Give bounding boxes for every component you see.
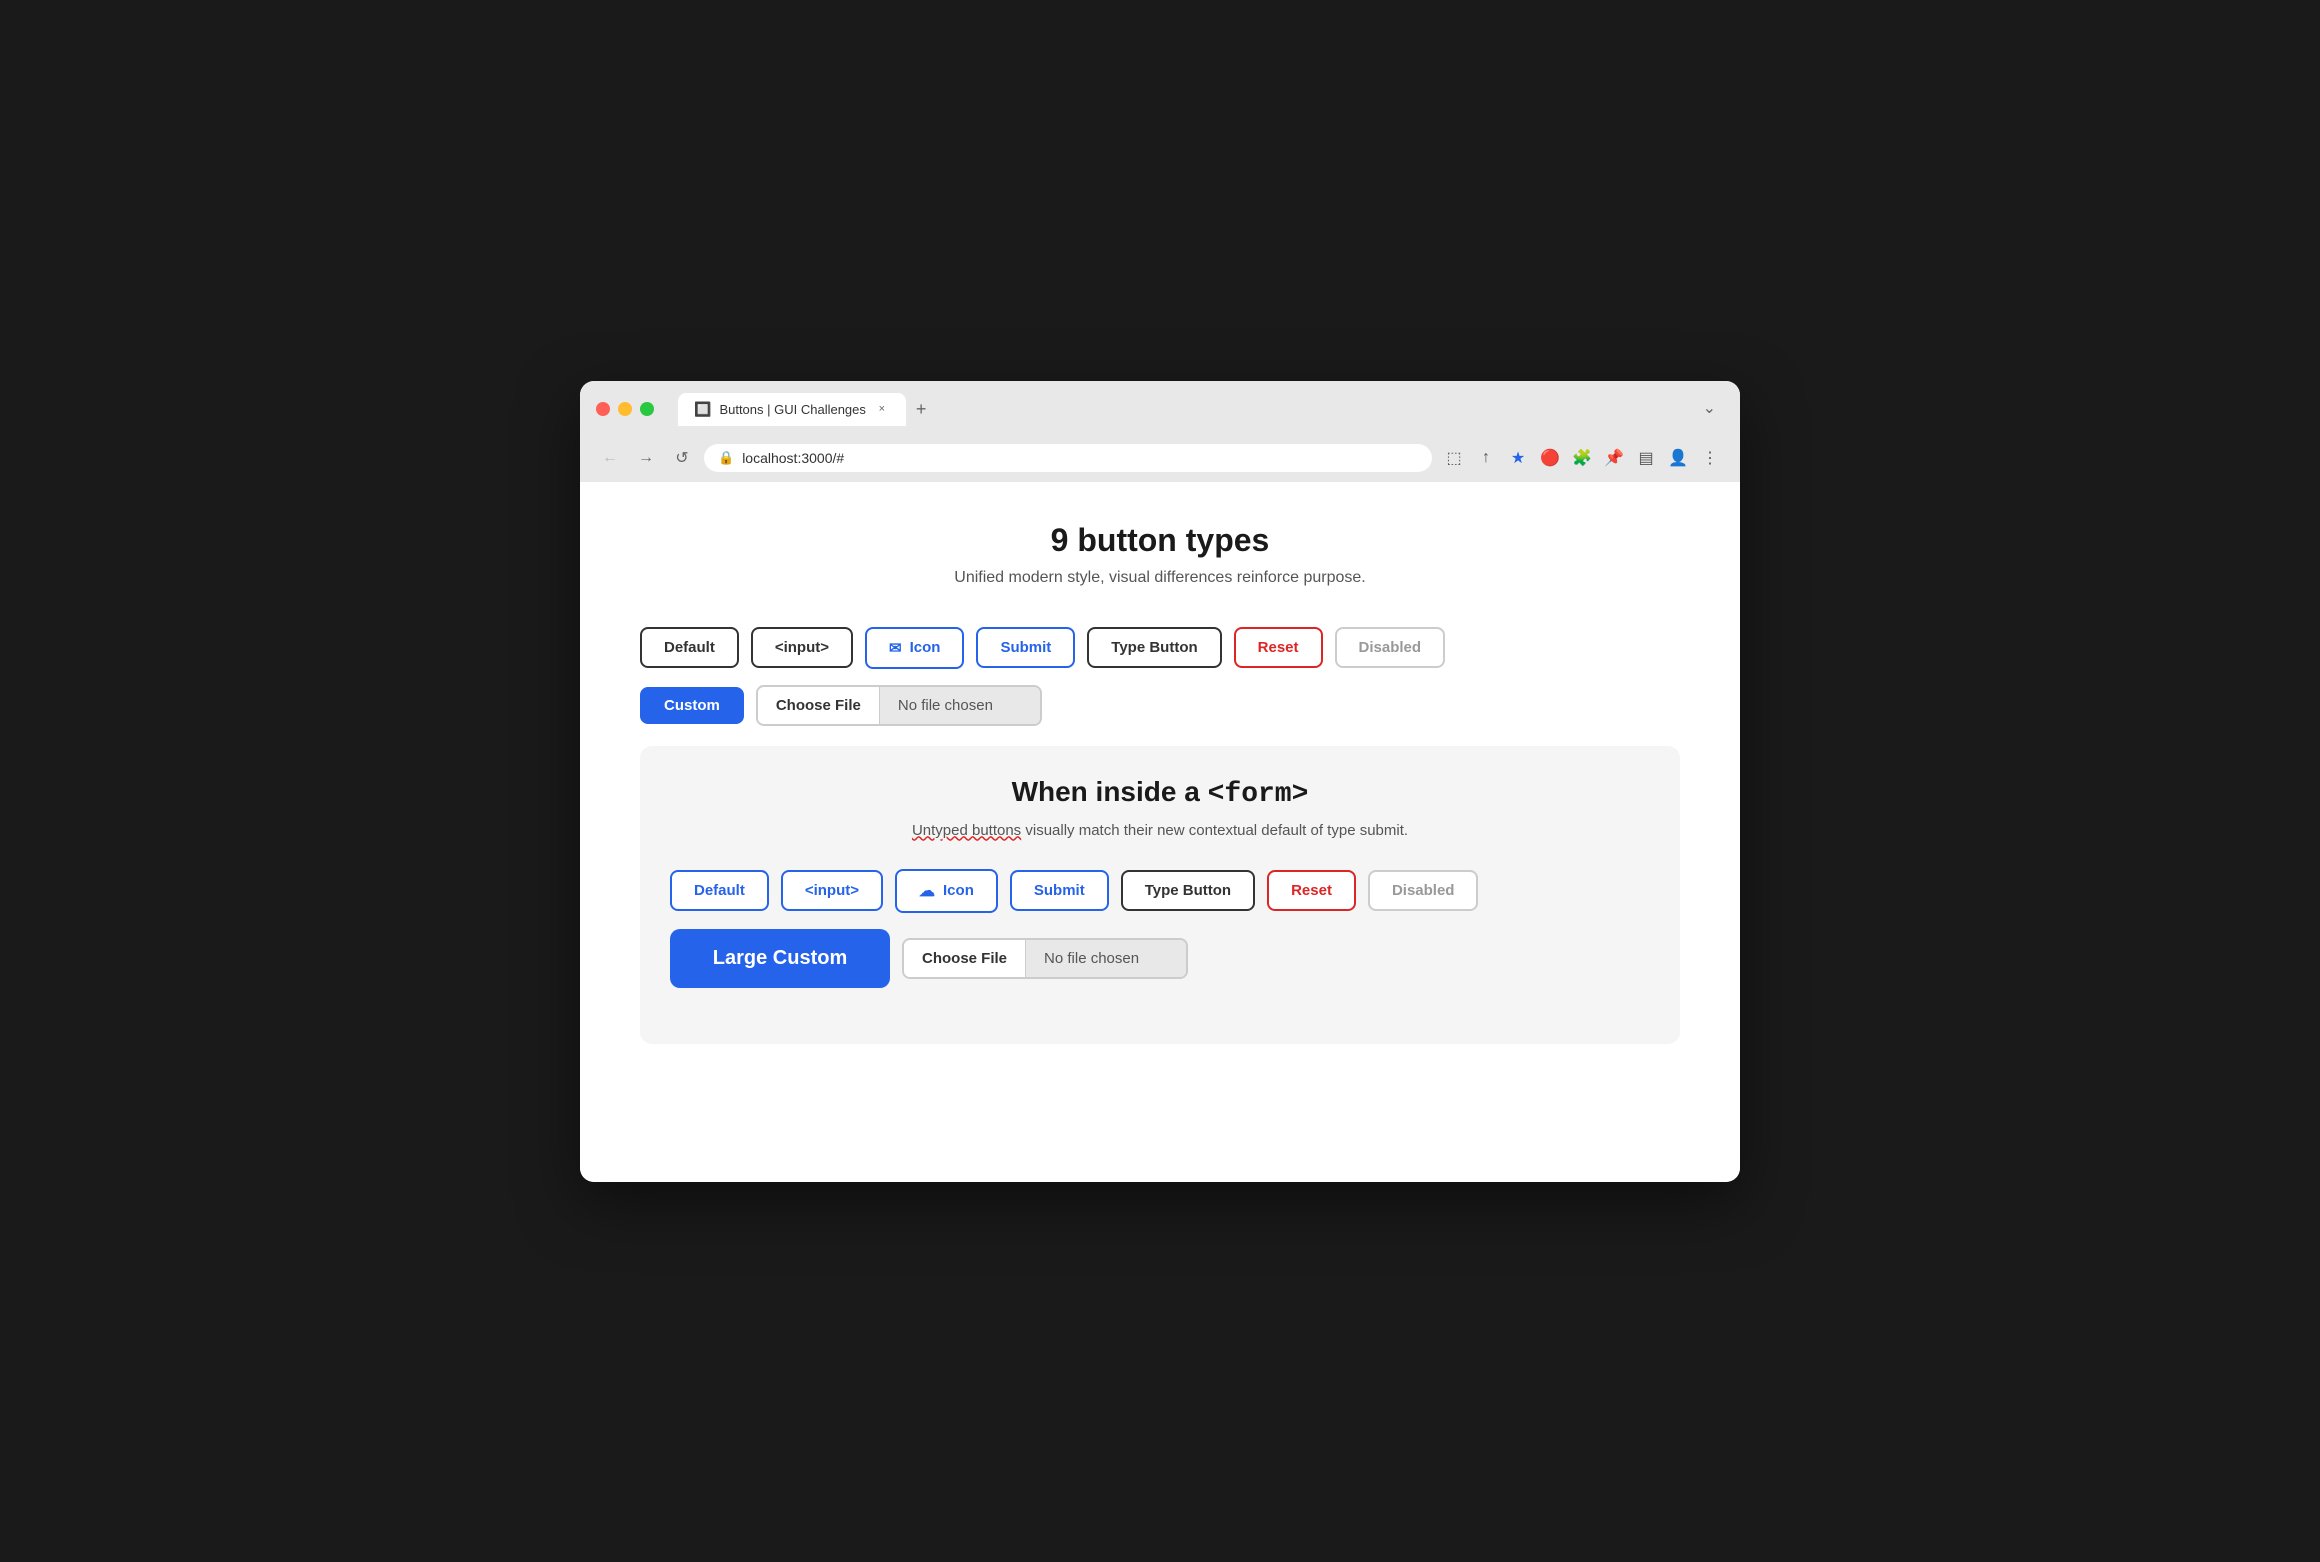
- profile-button[interactable]: 👤: [1664, 444, 1692, 472]
- default-button-label: Default: [664, 639, 715, 656]
- form-reset-button[interactable]: Reset: [1267, 870, 1356, 911]
- type-button-label: Type Button: [1111, 639, 1197, 656]
- maximize-button[interactable]: [640, 402, 654, 416]
- form-input-button[interactable]: <input>: [781, 870, 883, 911]
- form-section-subtitle: Untyped buttons visually match their new…: [670, 822, 1650, 839]
- active-tab[interactable]: 🔲 Buttons | GUI Challenges ×: [678, 393, 906, 426]
- form-choose-file-button[interactable]: Choose File: [904, 940, 1026, 977]
- icon-button[interactable]: ✉ Icon: [865, 627, 964, 669]
- back-button[interactable]: ←: [596, 444, 624, 472]
- file-input: Choose File No file chosen: [756, 685, 1042, 726]
- bookmark-button[interactable]: ★: [1504, 444, 1532, 472]
- extensions-button[interactable]: 🧩: [1568, 444, 1596, 472]
- choose-file-label: Choose File: [776, 697, 861, 714]
- icon-button-label: Icon: [910, 639, 941, 656]
- submit-button[interactable]: Submit: [976, 627, 1075, 668]
- form-no-file-chosen-label: No file chosen: [1026, 940, 1186, 977]
- form-section-title: When inside a <form>: [670, 776, 1650, 810]
- choose-file-button[interactable]: Choose File: [758, 687, 880, 724]
- close-button[interactable]: [596, 402, 610, 416]
- window-controls: [596, 402, 654, 416]
- form-section: When inside a <form> Untyped buttons vis…: [640, 746, 1680, 1044]
- tab-favicon-icon: 🔲: [694, 401, 711, 418]
- tab-expand-button[interactable]: ⌄: [1695, 394, 1724, 422]
- envelope-icon: ✉: [889, 639, 902, 657]
- large-custom-label: Large Custom: [713, 947, 847, 969]
- title-bar: 🔲 Buttons | GUI Challenges × + ⌄: [580, 381, 1740, 436]
- page-content: 9 button types Unified modern style, vis…: [580, 482, 1740, 1182]
- custom-button-label: Custom: [664, 697, 720, 714]
- cloud-icon: ☁: [919, 881, 935, 901]
- reset-button-label: Reset: [1258, 639, 1299, 656]
- new-tab-button[interactable]: +: [908, 395, 935, 424]
- form-default-label: Default: [694, 882, 745, 899]
- submit-button-label: Submit: [1000, 639, 1051, 656]
- lock-icon: 🔒: [718, 450, 734, 466]
- form-button-row-2: Large Custom Choose File No file chosen: [670, 929, 1650, 988]
- form-disabled-button: Disabled: [1368, 870, 1479, 911]
- form-disabled-label: Disabled: [1392, 882, 1455, 899]
- form-icon-label: Icon: [943, 882, 974, 899]
- form-choose-file-label: Choose File: [922, 950, 1007, 967]
- extension-button[interactable]: 🔴: [1536, 444, 1564, 472]
- form-submit-button[interactable]: Submit: [1010, 870, 1109, 911]
- form-default-button[interactable]: Default: [670, 870, 769, 911]
- share-button[interactable]: ↑: [1472, 444, 1500, 472]
- sidebar-button[interactable]: ▤: [1632, 444, 1660, 472]
- form-button-row-1: Default <input> ☁ Icon Submit Type Butto…: [670, 869, 1650, 913]
- form-input-label: <input>: [805, 882, 859, 899]
- form-icon-button[interactable]: ☁ Icon: [895, 869, 998, 913]
- input-button-label: <input>: [775, 639, 829, 656]
- form-type-button[interactable]: Type Button: [1121, 870, 1255, 911]
- menu-button[interactable]: ⋮: [1696, 444, 1724, 472]
- reset-button[interactable]: Reset: [1234, 627, 1323, 668]
- button-row-2: Custom Choose File No file chosen: [640, 685, 1680, 726]
- external-link-button[interactable]: ⬚: [1440, 444, 1468, 472]
- custom-button[interactable]: Custom: [640, 687, 744, 724]
- large-custom-button[interactable]: Large Custom: [670, 929, 890, 988]
- tab-title: Buttons | GUI Challenges: [719, 402, 865, 417]
- disabled-button: Disabled: [1335, 627, 1446, 668]
- no-file-chosen-label: No file chosen: [880, 687, 1040, 724]
- refresh-button[interactable]: ↺: [668, 444, 696, 472]
- tab-close-button[interactable]: ×: [874, 401, 890, 417]
- untyped-buttons-text: Untyped buttons: [912, 822, 1021, 839]
- page-title: 9 button types: [640, 522, 1680, 559]
- form-reset-label: Reset: [1291, 882, 1332, 899]
- type-button[interactable]: Type Button: [1087, 627, 1221, 668]
- browser-window: 🔲 Buttons | GUI Challenges × + ⌄ ← → ↺ 🔒…: [580, 381, 1740, 1182]
- input-button[interactable]: <input>: [751, 627, 853, 668]
- page-subtitle: Unified modern style, visual differences…: [640, 569, 1680, 587]
- address-input[interactable]: 🔒 localhost:3000/#: [704, 444, 1432, 472]
- form-type-label: Type Button: [1145, 882, 1231, 899]
- default-button[interactable]: Default: [640, 627, 739, 668]
- forward-button[interactable]: →: [632, 444, 660, 472]
- pin-button[interactable]: 📌: [1600, 444, 1628, 472]
- button-row-1: Default <input> ✉ Icon Submit Type Butto…: [640, 627, 1680, 669]
- tab-bar: 🔲 Buttons | GUI Challenges × +: [678, 393, 934, 426]
- toolbar-icons: ⬚ ↑ ★ 🔴 🧩 📌 ▤ 👤 ⋮: [1440, 444, 1724, 472]
- address-bar: ← → ↺ 🔒 localhost:3000/# ⬚ ↑ ★ 🔴 🧩 📌 ▤ 👤…: [580, 436, 1740, 482]
- form-file-input: Choose File No file chosen: [902, 938, 1188, 979]
- url-display: localhost:3000/#: [742, 450, 844, 466]
- minimize-button[interactable]: [618, 402, 632, 416]
- form-submit-label: Submit: [1034, 882, 1085, 899]
- disabled-button-label: Disabled: [1359, 639, 1422, 656]
